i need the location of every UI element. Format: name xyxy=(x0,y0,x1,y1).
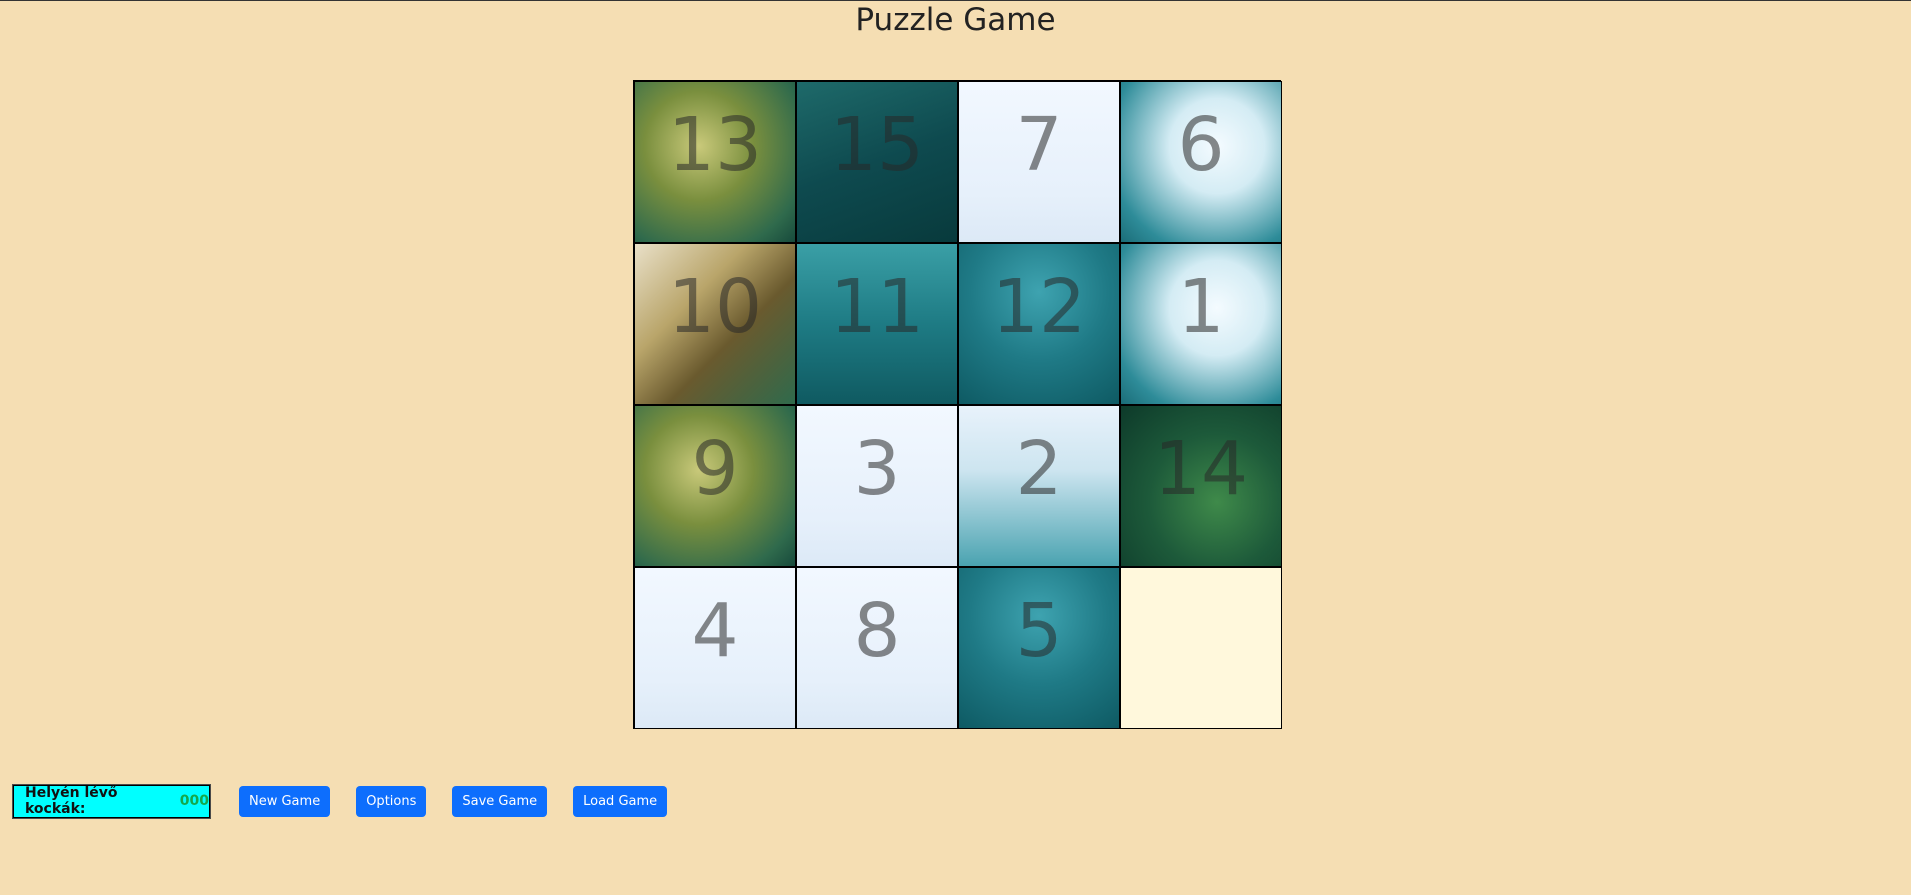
tile-number: 11 xyxy=(829,264,925,350)
puzzle-tile-9[interactable]: 9 xyxy=(634,405,796,567)
puzzle-tile-11[interactable]: 11 xyxy=(796,243,958,405)
puzzle-tile-14[interactable]: 14 xyxy=(1120,405,1282,567)
top-border xyxy=(0,0,1911,1)
puzzle-tile-4[interactable]: 4 xyxy=(634,567,796,729)
page-title: Puzzle Game xyxy=(855,2,1056,38)
puzzle-board: 13 15 7 6 10 11 12 1 9 3 2 14 4 8 5 xyxy=(633,80,1282,729)
tile-number: 4 xyxy=(691,588,739,674)
empty-tile-slot xyxy=(1120,567,1282,729)
puzzle-tile-1[interactable]: 1 xyxy=(1120,243,1282,405)
tile-number: 8 xyxy=(853,588,901,674)
tile-number: 10 xyxy=(667,264,763,350)
puzzle-tile-10[interactable]: 10 xyxy=(634,243,796,405)
puzzle-tile-5[interactable]: 5 xyxy=(958,567,1120,729)
tile-number: 5 xyxy=(1015,588,1063,674)
control-bar: Helyén lévő kockák: 000 New Game Options… xyxy=(12,783,693,819)
tile-number: 13 xyxy=(667,102,763,188)
puzzle-tile-2[interactable]: 2 xyxy=(958,405,1120,567)
tile-number: 1 xyxy=(1177,264,1225,350)
puzzle-tile-13[interactable]: 13 xyxy=(634,81,796,243)
puzzle-tile-15[interactable]: 15 xyxy=(796,81,958,243)
tile-number: 9 xyxy=(691,426,739,512)
puzzle-tile-12[interactable]: 12 xyxy=(958,243,1120,405)
tile-number: 12 xyxy=(991,264,1087,350)
load-game-button[interactable]: Load Game xyxy=(573,785,668,817)
counter-label: Helyén lévő kockák: xyxy=(25,785,118,817)
tile-number: 2 xyxy=(1015,426,1063,512)
tile-number: 7 xyxy=(1015,102,1063,188)
correct-tiles-counter: Helyén lévő kockák: 000 xyxy=(12,783,211,819)
tile-number: 6 xyxy=(1177,102,1225,188)
puzzle-tile-7[interactable]: 7 xyxy=(958,81,1120,243)
puzzle-tile-6[interactable]: 6 xyxy=(1120,81,1282,243)
puzzle-tile-8[interactable]: 8 xyxy=(796,567,958,729)
tile-number: 14 xyxy=(1153,426,1249,512)
options-button[interactable]: Options xyxy=(356,785,427,817)
tile-number: 15 xyxy=(829,102,925,188)
tile-number: 3 xyxy=(853,426,901,512)
save-game-button[interactable]: Save Game xyxy=(452,785,548,817)
counter-value: 000 xyxy=(179,793,209,809)
new-game-button[interactable]: New Game xyxy=(239,785,331,817)
puzzle-tile-3[interactable]: 3 xyxy=(796,405,958,567)
